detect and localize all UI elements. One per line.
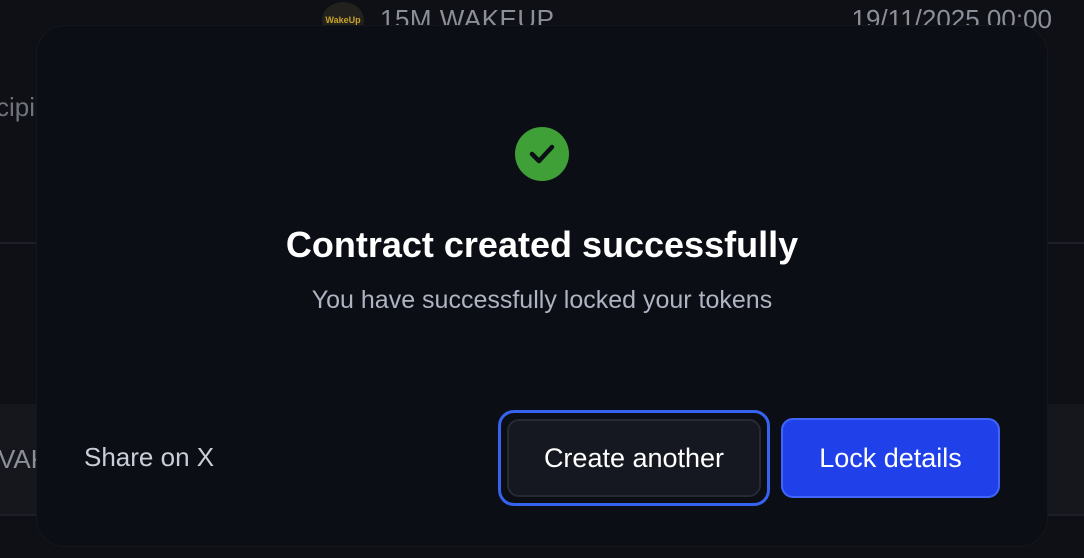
success-modal: Contract created successfully You have s…	[37, 26, 1047, 546]
create-another-button[interactable]: Create another	[507, 419, 761, 497]
lock-details-button[interactable]: Lock details	[781, 418, 1000, 498]
check-circle-icon	[515, 127, 569, 181]
background-label-fragment: cipi	[0, 92, 36, 122]
create-another-focus-ring: Create another	[498, 410, 770, 506]
page: WakeUp 15M WAKEUP 19/11/2025 00:00 cipi …	[0, 0, 1084, 558]
modal-subtitle: You have successfully locked your tokens	[311, 286, 773, 314]
modal-title: Contract created successfully	[285, 224, 799, 265]
checkmark-icon	[529, 144, 555, 164]
share-on-x-link[interactable]: Share on X	[84, 442, 214, 473]
